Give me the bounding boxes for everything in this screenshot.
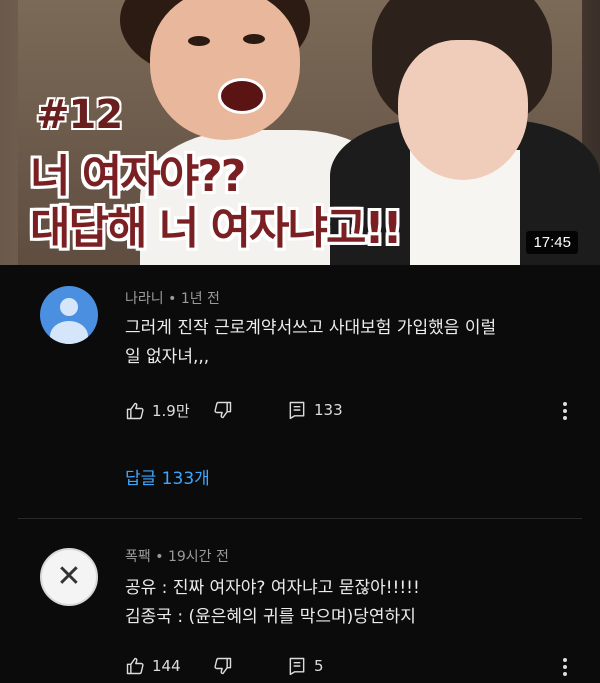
more-options-icon[interactable] <box>560 656 570 678</box>
default-user-avatar-icon[interactable] <box>40 286 98 344</box>
more-options-icon[interactable] <box>560 400 570 422</box>
video-duration: 17:45 <box>526 231 578 254</box>
meta-separator-dot: • <box>155 549 168 565</box>
actor-left-eye <box>243 34 265 44</box>
avatar-body-shape <box>50 321 88 344</box>
dislike-button[interactable] <box>213 400 233 420</box>
comment-line: 김종국 : (윤은혜의 귀를 막으며)당연하지 <box>125 607 416 627</box>
avatar-head-shape <box>60 298 78 316</box>
comment: ✕ 폭팩 • 19시간 전 공유 : 진짜 여자야? 여자냐고 묻잖아!!!!!… <box>0 530 600 683</box>
comment-meta: 폭팩 • 19시간 전 <box>125 546 229 566</box>
comment-line: 공유 : 진짜 여자야? 여자냐고 묻잖아!!!!! <box>125 578 420 598</box>
video-thumbnail[interactable]: #12 너 여자야?? 대답해 너 여자냐고!! 17:45 <box>0 0 600 265</box>
actor-left-mouth <box>218 78 266 114</box>
thumbs-down-icon <box>214 657 232 675</box>
actor-left-eye <box>188 36 210 46</box>
reply-comment-icon <box>289 401 305 420</box>
comment-divider <box>18 518 582 519</box>
reply-count: 133 <box>314 401 343 419</box>
x-mark-avatar-icon[interactable]: ✕ <box>40 548 98 606</box>
comment-author[interactable]: 폭팩 <box>125 549 151 565</box>
comment-actions: 144 5 <box>125 656 570 680</box>
view-replies-link[interactable]: 답글 133개 <box>125 464 210 489</box>
actor-right-face <box>398 40 528 180</box>
thumbs-down-icon <box>214 401 232 419</box>
reply-comment-icon <box>289 657 305 676</box>
like-count: 144 <box>152 657 181 675</box>
thumbnail-title-line-2: 대답해 너 여자냐고!! <box>30 203 403 254</box>
comment-text: 공유 : 진짜 여자야? 여자냐고 묻잖아!!!!! 김종국 : (윤은혜의 귀… <box>125 574 565 632</box>
comment: 나라니 • 1년 전 그러게 진작 근로계약서쓰고 사대보험 가입했음 이럴 일… <box>0 272 600 517</box>
comment-meta: 나라니 • 1년 전 <box>125 288 220 308</box>
comment-text: 그러게 진작 근로계약서쓰고 사대보험 가입했음 이럴 일 없자녀,,, <box>125 314 565 372</box>
comment-author[interactable]: 나라니 <box>125 291 164 307</box>
like-button[interactable]: 1.9만 <box>125 400 190 421</box>
meta-separator-dot: • <box>168 291 181 307</box>
thumbnail-episode-number: #12 <box>36 92 123 138</box>
like-count: 1.9만 <box>152 402 190 420</box>
dislike-button[interactable] <box>213 656 233 676</box>
reply-button[interactable]: 5 <box>287 656 324 676</box>
thumbs-up-icon <box>126 657 144 675</box>
comment-actions: 1.9만 133 <box>125 400 570 424</box>
reply-button[interactable]: 133 <box>287 400 343 420</box>
reply-count: 5 <box>314 657 324 675</box>
comment-time: 1년 전 <box>180 291 220 307</box>
comment-line: 그러게 진작 근로계약서쓰고 사대보험 가입했음 이럴 <box>125 318 497 338</box>
comment-time: 19시간 전 <box>167 549 229 565</box>
like-button[interactable]: 144 <box>125 656 181 676</box>
comment-line: 일 없자녀,,, <box>125 347 210 367</box>
thumbs-up-icon <box>126 402 144 419</box>
